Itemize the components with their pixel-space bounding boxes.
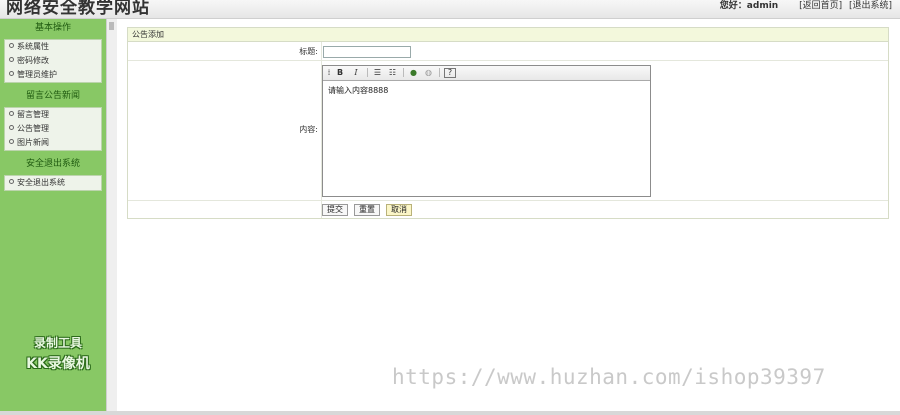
italic-icon[interactable]: I [351, 68, 361, 77]
sidebar-item-label: 留言管理 [17, 110, 49, 119]
unlink-icon[interactable]: ◍ [423, 68, 434, 77]
bold-icon[interactable]: B [335, 68, 345, 77]
bottom-bar [0, 411, 900, 415]
sidebar-item-message-management[interactable]: 留言管理 [5, 108, 101, 122]
recorder-watermark: 录制工具 KK录像机 [8, 334, 108, 373]
recorder-watermark-line2: KK录像机 [26, 356, 90, 372]
announcement-form: 公告添加 标题: 内容: ⁞ B I ☰ ☷ ● ◍ ? 请输入内容8888 提… [127, 27, 889, 219]
sidebar-item-label: 系统属性 [17, 42, 49, 51]
bullet-icon [9, 179, 14, 184]
title-input[interactable] [323, 46, 411, 58]
bullet-icon [9, 43, 14, 48]
content-row: 内容: ⁞ B I ☰ ☷ ● ◍ ? 请输入内容8888 [128, 61, 888, 201]
bullet-icon [9, 125, 14, 130]
site-title: 网络安全教学网站 [6, 0, 150, 18]
content-label: 内容: [299, 125, 318, 134]
logout-link[interactable]: [退出系统] [849, 1, 892, 11]
bullet-icon [9, 111, 14, 116]
sidebar-group: 安全退出系统 [4, 175, 102, 191]
home-link[interactable]: [返回首页] [799, 1, 842, 11]
bullet-icon [9, 57, 14, 62]
editor-content[interactable]: 请输入内容8888 [323, 81, 650, 100]
sidebar-group-title: 基本操作 [34, 23, 71, 33]
editor-toolbar: ⁞ B I ☰ ☷ ● ◍ ? [323, 66, 650, 81]
bullet-icon [9, 71, 14, 76]
toolbar-grip-icon: ⁞ [327, 68, 331, 77]
sidebar-item-label: 安全退出系统 [17, 178, 65, 187]
sidebar-group: 留言管理 公告管理 图片新闻 [4, 107, 102, 151]
url-watermark: https://www.huzhan.com/ishop39397 [392, 365, 826, 389]
rich-text-editor: ⁞ B I ☰ ☷ ● ◍ ? 请输入内容8888 [322, 65, 651, 197]
sidebar-item-announcement-management[interactable]: 公告管理 [5, 122, 101, 136]
toolbar-separator [403, 68, 404, 77]
toolbar-separator [367, 68, 368, 77]
sidebar: 基本操作 系统属性 密码修改 管理员维护 留言公告新闻 留言管理 公告管理 图片… [0, 19, 106, 411]
sidebar-item-label: 图片新闻 [17, 138, 49, 147]
user-area: 您好：admin [返回首页] [退出系统] [720, 0, 892, 11]
insert-link-icon[interactable]: ● [408, 68, 419, 77]
reset-button[interactable]: 重置 [354, 204, 380, 216]
recorder-watermark-line1: 录制工具 [33, 336, 82, 350]
sidebar-group-title: 留言公告新闻 [25, 91, 80, 101]
cell-divider [321, 42, 322, 60]
collapse-handle-icon[interactable] [109, 22, 114, 30]
submit-button[interactable]: 提交 [322, 204, 348, 216]
sidebar-item-picture-news[interactable]: 图片新闻 [5, 136, 101, 150]
sidebar-group: 系统属性 密码修改 管理员维护 [4, 39, 102, 83]
user-greeting: 您好：admin [719, 1, 779, 11]
cancel-button[interactable]: 取消 [386, 204, 412, 216]
sidebar-group-title: 安全退出系统 [25, 159, 80, 169]
sidebar-item-system-properties[interactable]: 系统属性 [5, 40, 101, 54]
title-row: 标题: [128, 42, 888, 61]
bullet-icon [9, 139, 14, 144]
sidebar-item-label: 密码修改 [17, 56, 49, 65]
sidebar-item-label: 公告管理 [17, 124, 49, 133]
ordered-list-icon[interactable]: ☰ [372, 68, 383, 77]
sidebar-item-admin-maintenance[interactable]: 管理员维护 [5, 68, 101, 82]
main-content: 公告添加 标题: 内容: ⁞ B I ☰ ☷ ● ◍ ? 请输入内容8888 提… [117, 19, 900, 411]
sidebar-item-change-password[interactable]: 密码修改 [5, 54, 101, 68]
form-caption: 公告添加 [128, 28, 888, 42]
sidebar-item-safe-logout[interactable]: 安全退出系统 [5, 176, 101, 190]
help-icon[interactable]: ? [444, 68, 456, 78]
actions-row: 提交 重置 取消 [128, 201, 888, 218]
toolbar-separator [439, 68, 440, 77]
top-bar: 网络安全教学网站 您好：admin [返回首页] [退出系统] [0, 0, 900, 19]
title-label: 标题: [299, 47, 318, 56]
unordered-list-icon[interactable]: ☷ [387, 68, 398, 77]
sidebar-item-label: 管理员维护 [17, 70, 57, 79]
